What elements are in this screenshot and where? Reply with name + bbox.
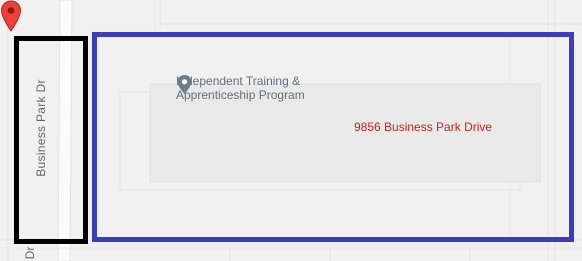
building-highlight-box	[92, 32, 574, 242]
red-map-pin-icon[interactable]	[0, 0, 22, 32]
road-label-fragment: Dr	[23, 246, 37, 260]
road-highlight-box	[14, 36, 88, 244]
